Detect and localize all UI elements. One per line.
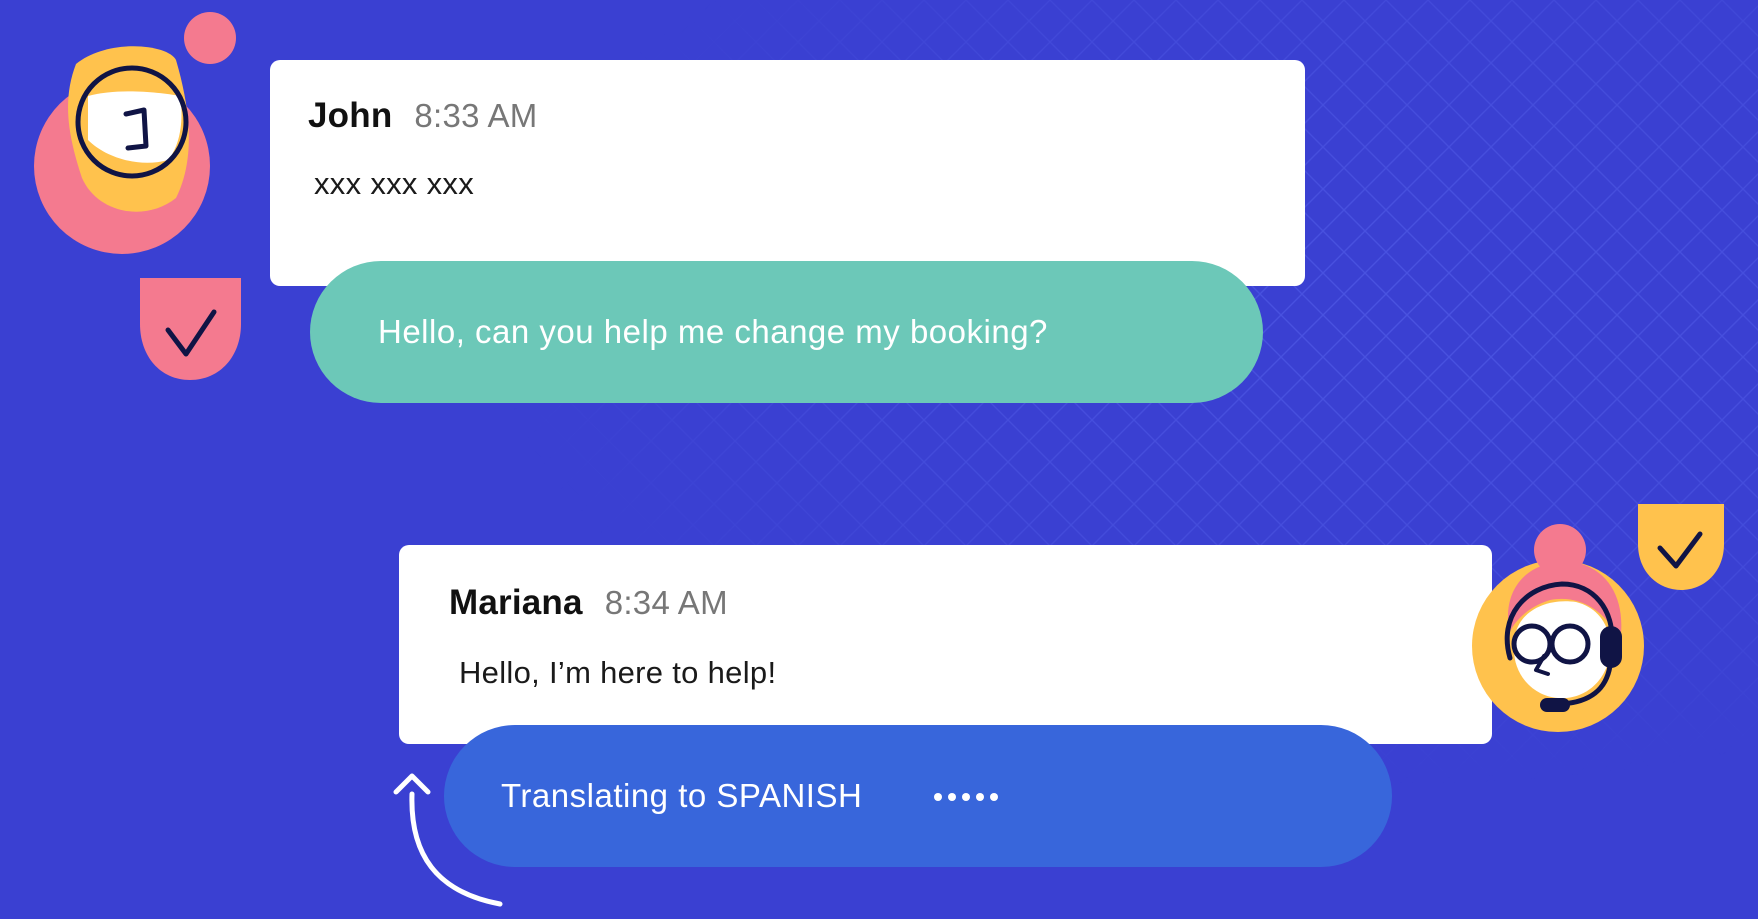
translation-status-text: Translating to SPANISH [501,777,863,814]
curved-arrow-up-icon [388,764,518,919]
sender-name: Mariana [449,583,583,622]
outgoing-message-card: Mariana 8:34 AM Hello, I’m here to help! [399,545,1492,744]
typing-dots-icon [934,793,998,801]
message-timestamp: 8:33 AM [414,97,538,134]
sender-name: John [308,96,393,135]
checkmark-icon [138,278,244,389]
incoming-message-card: John 8:33 AM xxx xxx xxx [270,60,1305,286]
outgoing-message-text: Hello, I’m here to help! [459,655,777,690]
original-message-text: xxx xxx xxx [314,166,475,201]
agent-avatar-with-headset-icon [1470,520,1650,740]
translated-message-bubble: Hello, can you help me change my booking… [310,261,1263,403]
translation-status-bubble: Translating to SPANISH [444,725,1392,867]
translated-message-text: Hello, can you help me change my booking… [378,313,1048,350]
customer-avatar-icon [28,8,248,263]
translation-chat-screen: { "conversation": { "incoming": { "sende… [0,0,1758,912]
message-timestamp: 8:34 AM [604,584,728,621]
